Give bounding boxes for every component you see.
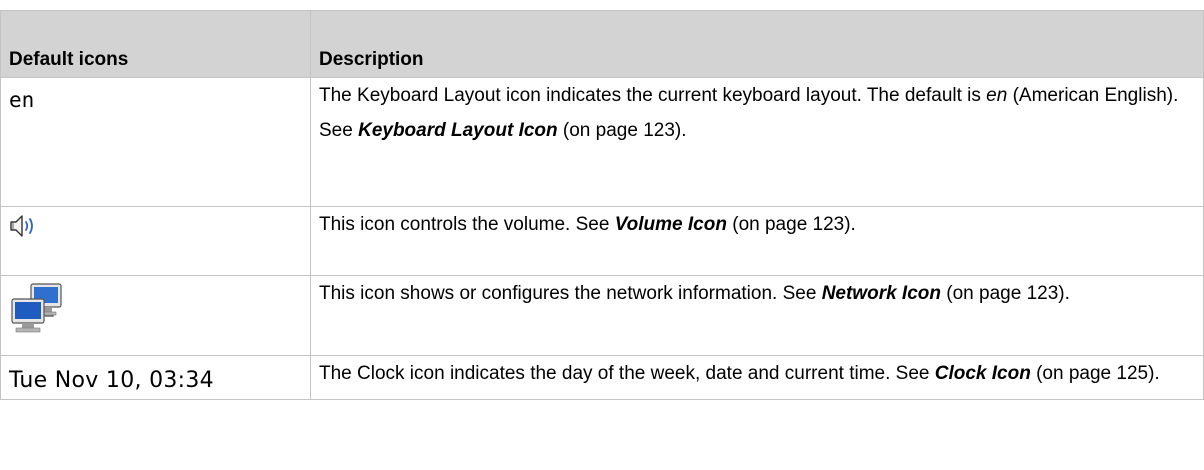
- icon-cell: [0, 275, 311, 356]
- clock-icon-link[interactable]: Clock Icon: [935, 363, 1031, 384]
- icon-cell: Tue Nov 10, 03:34: [0, 355, 311, 400]
- description-paragraph: This icon controls the volume. See Volum…: [319, 213, 1195, 236]
- description-text: This icon shows or configures the networ…: [319, 283, 822, 304]
- network-icon: [9, 282, 65, 339]
- volume-icon-link[interactable]: Volume Icon: [615, 214, 727, 235]
- description-paragraph: The Clock icon indicates the day of the …: [319, 362, 1195, 385]
- description-text: This icon controls the volume. See: [319, 214, 615, 235]
- description-paragraph: This icon shows or configures the networ…: [319, 282, 1195, 305]
- header-description: Description: [310, 10, 1204, 78]
- table-header-row: Default icons Description: [0, 10, 1204, 78]
- description-cell: The Keyboard Layout icon indicates the c…: [310, 77, 1204, 207]
- description-cell: This icon shows or configures the networ…: [310, 275, 1204, 356]
- header-default-icons: Default icons: [0, 10, 311, 78]
- keyboard-layout-link[interactable]: Keyboard Layout Icon: [358, 120, 558, 141]
- page-reference: (on page 123).: [941, 283, 1070, 304]
- page-reference: (on page 123).: [557, 120, 687, 141]
- description-text: The Keyboard Layout icon indicates the c…: [319, 85, 987, 106]
- network-icon-link[interactable]: Network Icon: [822, 283, 941, 304]
- description-cell: This icon controls the volume. See Volum…: [310, 206, 1204, 276]
- see-also-paragraph: See Keyboard Layout Icon (on page 123).: [319, 119, 1195, 142]
- description-paragraph: The Keyboard Layout icon indicates the c…: [319, 84, 1195, 107]
- table-row: This icon controls the volume. See Volum…: [0, 206, 1204, 276]
- table-row: en The Keyboard Layout icon indicates th…: [0, 77, 1204, 207]
- icon-cell: en: [0, 77, 311, 207]
- icon-cell: [0, 206, 311, 276]
- table-row: This icon shows or configures the networ…: [0, 275, 1204, 356]
- volume-icon: [9, 213, 39, 244]
- page-reference: (on page 123).: [726, 214, 856, 235]
- clock-icon: Tue Nov 10, 03:34: [9, 368, 214, 393]
- keyboard-layout-icon: en: [9, 88, 35, 112]
- description-cell: The Clock icon indicates the day of the …: [310, 355, 1204, 400]
- description-text: See: [319, 120, 359, 141]
- icons-table: Default icons Description en The Keyboar…: [0, 10, 1204, 400]
- description-text: The Clock icon indicates the day of the …: [319, 363, 935, 384]
- description-text: (American English).: [1007, 85, 1179, 106]
- table-row: Tue Nov 10, 03:34 The Clock icon indicat…: [0, 355, 1204, 400]
- page-reference: (on page 125).: [1030, 363, 1160, 384]
- default-layout-value: en: [986, 85, 1008, 106]
